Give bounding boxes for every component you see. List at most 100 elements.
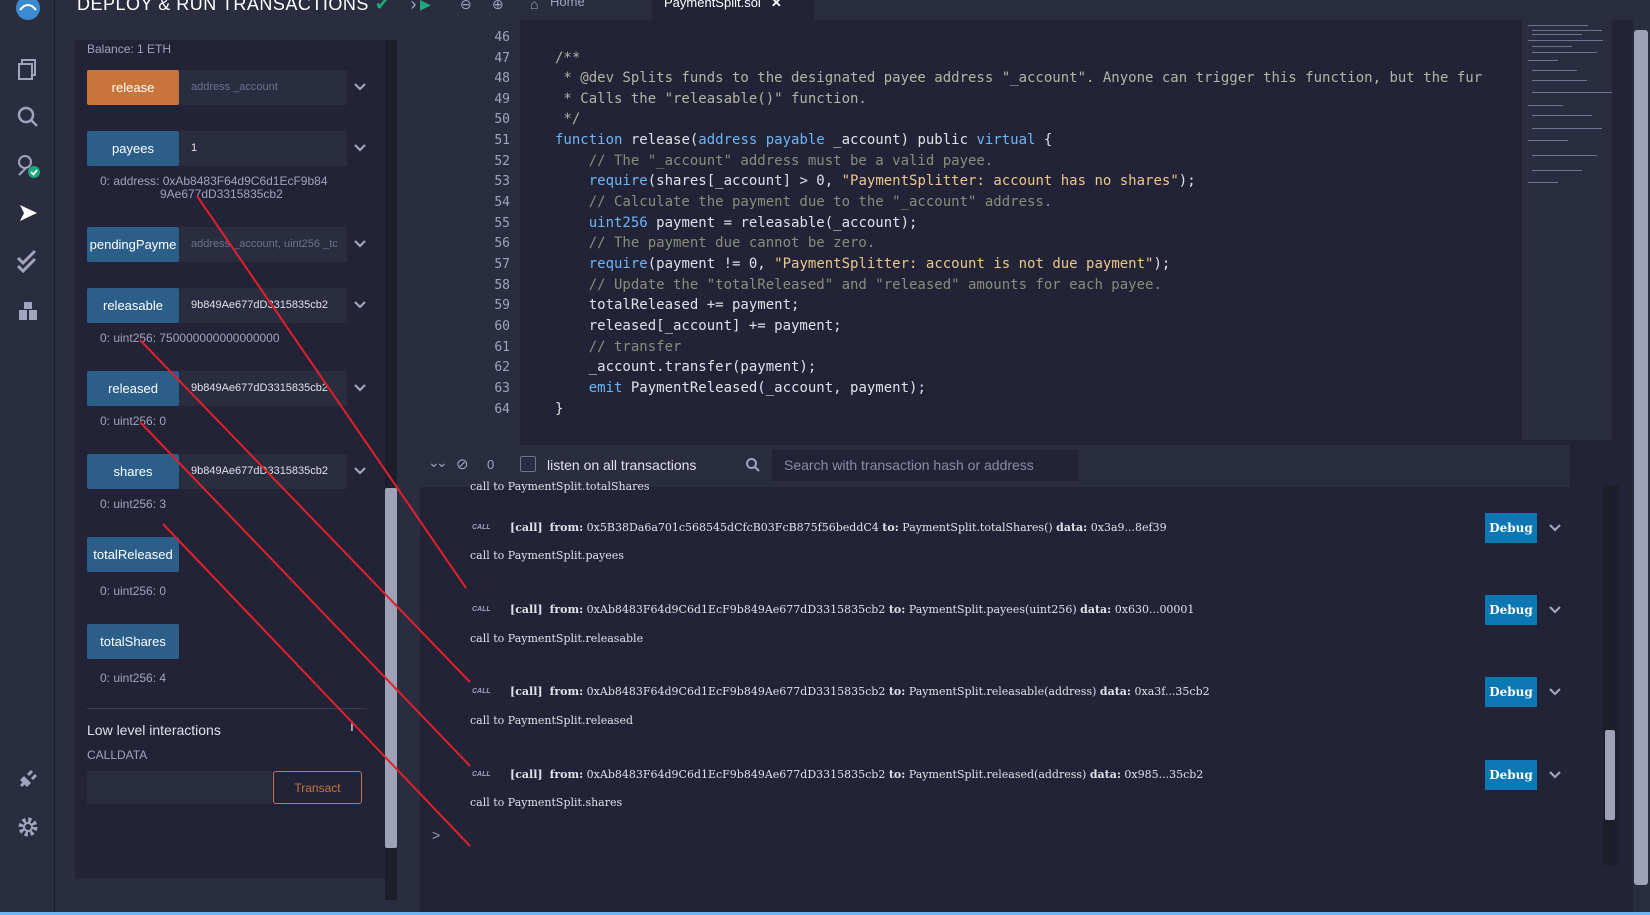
search-icon[interactable] <box>12 101 44 133</box>
shares-input[interactable]: 9b849Ae677dD3315835cb2 <box>179 454 347 489</box>
released-input[interactable]: 9b849Ae677dD3315835cb2 <box>179 371 347 406</box>
releasable-button[interactable]: releasable <box>87 288 179 323</box>
terminal-call-entry[interactable]: [call] from: 0xAb8483F64d9C6d1EcF9b849Ae… <box>510 685 1210 698</box>
listen-label: listen on all transactions <box>547 457 697 473</box>
releasable-output: 0: uint256: 750000000000000000 <box>100 331 280 345</box>
terminal-call-entry[interactable]: [call] from: 0xAb8483F64d9C6d1EcF9b849Ae… <box>510 603 1194 616</box>
debug-button[interactable]: Debug <box>1485 595 1537 625</box>
to-function: PaymentSplit.released(address) <box>908 768 1087 781</box>
run-script-icon[interactable]: ▶ <box>420 0 431 13</box>
home-icon[interactable]: ⌂ <box>530 0 538 12</box>
debug-button[interactable]: Debug <box>1485 513 1537 543</box>
call-tag: [call] <box>510 768 543 781</box>
line-number: 52 <box>494 154 510 169</box>
minimap[interactable] <box>1522 20 1612 440</box>
transact-button[interactable]: Transact <box>273 771 362 804</box>
file-explorer-icon[interactable] <box>12 53 44 85</box>
chevron-down-icon[interactable] <box>1548 768 1562 782</box>
debug-button[interactable]: Debug <box>1485 760 1537 790</box>
payees-input[interactable]: 1 <box>179 131 347 166</box>
divider <box>87 708 367 709</box>
terminal-call-entry[interactable]: [call] from: 0xAb8483F64d9C6d1EcF9b849Ae… <box>510 768 1203 781</box>
chevron-down-icon[interactable] <box>353 80 367 94</box>
chevron-down-icon[interactable]: ⌄ <box>436 454 448 471</box>
releasable-input[interactable]: 9b849Ae677dD3315835cb2 <box>179 288 347 323</box>
zoom-out-icon[interactable]: ⊖ <box>460 0 472 13</box>
code-line: // The "_account" address must be a vali… <box>555 153 994 169</box>
plugin-icon[interactable] <box>12 295 44 327</box>
terminal-search-input[interactable]: Search with transaction hash or address <box>772 450 1078 481</box>
function-release: release address _account <box>87 70 367 105</box>
tab-home[interactable]: Home <box>550 0 585 9</box>
function-payees: payees 1 <box>87 131 367 166</box>
release-button[interactable]: release <box>87 70 179 105</box>
calldata-label: CALLDATA <box>87 748 148 762</box>
data-value: 0x3a9...8ef39 <box>1090 521 1167 534</box>
terminal-call-header: call to PaymentSplit.shares <box>470 796 623 809</box>
chevron-down-icon[interactable] <box>353 298 367 312</box>
function-total-shares: totalShares <box>87 624 367 659</box>
main-scrollbar-thumb[interactable] <box>1634 30 1648 885</box>
shares-button[interactable]: shares <box>87 454 179 489</box>
listen-checkbox[interactable] <box>520 456 536 472</box>
chevron-down-icon[interactable] <box>353 237 367 251</box>
chevron-down-icon[interactable] <box>1548 521 1562 535</box>
call-badge-icon: CALL <box>472 688 491 695</box>
panel-title: DEPLOY & RUN TRANSACTIONS ✔ › <box>77 0 417 15</box>
released-button[interactable]: released <box>87 371 179 406</box>
from-address: 0xAb8483F64d9C6d1EcF9b849Ae677dD3315835c… <box>586 768 886 781</box>
code-line: } <box>555 401 564 417</box>
code-line: /** <box>555 50 581 66</box>
chevron-down-icon[interactable] <box>353 381 367 395</box>
testing-icon[interactable] <box>12 245 44 277</box>
line-number: 56 <box>494 236 510 251</box>
total-shares-output: 0: uint256: 4 <box>100 671 167 685</box>
info-icon[interactable]: i <box>350 718 354 734</box>
chevron-down-icon[interactable] <box>1548 685 1562 699</box>
pending-payment-button[interactable]: pendingPayme <box>87 227 179 262</box>
debug-button[interactable]: Debug <box>1485 677 1537 707</box>
to-label: to: <box>882 521 899 534</box>
chevron-down-icon[interactable] <box>1548 603 1562 617</box>
code-line: totalReleased += payment; <box>555 297 800 313</box>
clear-console-icon[interactable]: ⊘ <box>456 455 469 473</box>
plug-icon[interactable] <box>12 763 44 795</box>
panel-scrollbar-thumb[interactable] <box>385 488 397 848</box>
data-label: data: <box>1099 685 1131 698</box>
settings-gear-icon[interactable] <box>12 811 44 843</box>
line-number: 46 <box>494 30 510 45</box>
data-label: data: <box>1089 768 1121 781</box>
remix-logo-icon[interactable] <box>12 0 44 24</box>
tab-bar: ▶ ⊖ ⊕ ⌂ Home PaymentSplit.sol ✕ <box>420 0 1650 20</box>
shares-output: 0: uint256: 3 <box>100 497 167 511</box>
code-editor[interactable]: 46 47 48 49 50 51 52 53 54 55 56 57 58 5… <box>420 20 1612 445</box>
deploy-run-panel: DEPLOY & RUN TRANSACTIONS ✔ › Balance: 1 E… <box>55 0 420 915</box>
release-input[interactable]: address _account <box>179 70 347 105</box>
terminal-scrollbar-thumb[interactable] <box>1605 730 1615 820</box>
terminal-call-header: call to PaymentSplit.payees <box>470 549 624 562</box>
tab-payment-split[interactable]: PaymentSplit.sol ✕ <box>652 0 814 20</box>
balance-label: Balance: 1 ETH <box>87 42 172 56</box>
search-icon <box>746 458 760 472</box>
total-shares-button[interactable]: totalShares <box>87 624 179 659</box>
payees-button[interactable]: payees <box>87 131 179 166</box>
line-number: 62 <box>494 360 510 375</box>
terminal-call-entry[interactable]: [call] from: 0x5B38Da6a701c568545dCfcB03… <box>510 521 1167 534</box>
function-total-released: totalReleased <box>87 537 367 572</box>
code-line: require(shares[_account] > 0, "PaymentSp… <box>588 173 1196 189</box>
chevron-down-icon[interactable] <box>353 464 367 478</box>
terminal-prompt[interactable]: > <box>432 827 440 843</box>
data-label: data: <box>1056 521 1088 534</box>
zoom-in-icon[interactable]: ⊕ <box>492 0 504 13</box>
compiler-icon[interactable] <box>12 150 44 182</box>
line-number: 47 <box>494 51 510 66</box>
close-icon[interactable]: ✕ <box>771 0 782 10</box>
chevron-right-icon[interactable]: › <box>411 0 418 14</box>
deploy-run-icon[interactable] <box>12 197 44 229</box>
pending-payment-input[interactable]: address _account, uint256 _tc <box>179 227 347 262</box>
code-line: * Calls the "releasable()" function. <box>555 91 867 107</box>
data-value: 0x985...35cb2 <box>1124 768 1204 781</box>
chevron-down-icon[interactable] <box>353 141 367 155</box>
total-released-button[interactable]: totalReleased <box>87 537 179 572</box>
calldata-input[interactable] <box>87 771 272 804</box>
